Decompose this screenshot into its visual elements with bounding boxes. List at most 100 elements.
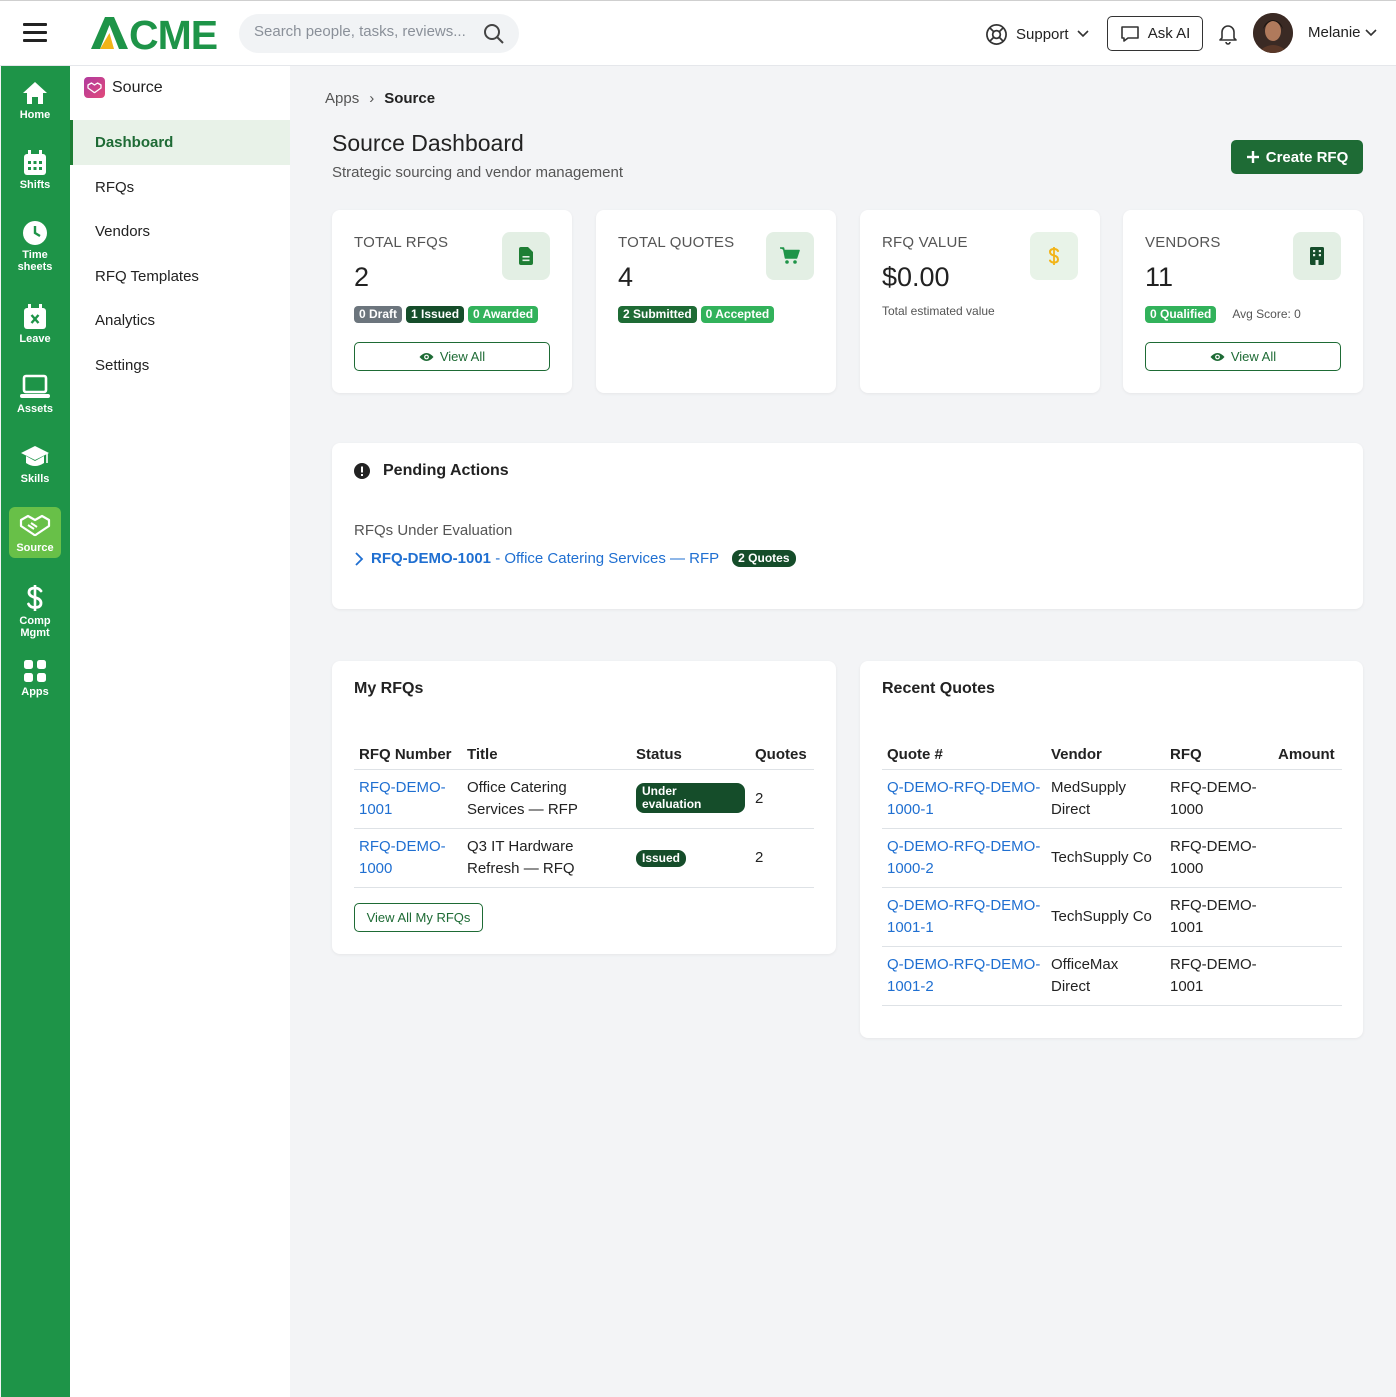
status-badge: Under evaluation — [636, 782, 745, 813]
quote-number-link[interactable]: Q-DEMO-RFQ-DEMO-1000-2 — [882, 828, 1046, 888]
subnav-item-label: RFQs — [95, 179, 135, 196]
my-rfqs-table: RFQ Number Title Status Quotes RFQ-DEMO-… — [354, 735, 814, 888]
building-icon — [1293, 232, 1341, 280]
acme-logo[interactable]: CME — [89, 13, 221, 53]
chevron-down-icon — [1076, 30, 1089, 38]
subnav-item-analytics[interactable]: Analytics — [70, 298, 290, 343]
subnav-item-vendors[interactable]: Vendors — [70, 209, 290, 254]
breadcrumb-apps[interactable]: Apps — [325, 90, 359, 107]
avatar[interactable] — [1253, 13, 1293, 53]
quote-number-link[interactable]: Q-DEMO-RFQ-DEMO-1000-1 — [882, 769, 1046, 829]
dollar-icon — [27, 585, 43, 611]
rail-item-skills[interactable]: Skills — [9, 444, 61, 485]
user-menu[interactable]: Melanie — [1308, 24, 1377, 41]
column-header: Title — [462, 735, 631, 770]
subnav-item-settings[interactable]: Settings — [70, 343, 290, 388]
view-all-rfqs-button[interactable]: View All — [354, 342, 550, 371]
pending-rfq-link[interactable]: RFQ-DEMO-1001 - Office Catering Services… — [354, 550, 796, 567]
status-badge: 1 Issued — [406, 306, 465, 323]
quote-status-badges: 2 Submitted 0 Accepted — [618, 306, 775, 323]
rfq-status-cell: Under evaluation — [631, 769, 750, 829]
subnav-app-name: Source — [112, 78, 163, 96]
calendar-icon — [24, 150, 46, 175]
stat-card-total-quotes: TOTAL QUOTES 4 2 Submitted 0 Accepted — [596, 210, 836, 393]
view-all-label: View All — [439, 349, 486, 364]
search-icon[interactable] — [483, 23, 505, 45]
avg-score: Avg Score: 0 — [1232, 307, 1301, 321]
my-rfqs-title: My RFQs — [354, 680, 424, 697]
quote-amount — [1273, 769, 1342, 829]
rail-item-source[interactable]: Source — [9, 507, 61, 558]
subnav-item-rfq-templates[interactable]: RFQ Templates — [70, 254, 290, 299]
rfq-quotes: 2 — [750, 769, 814, 829]
rail-item-home[interactable]: Home — [9, 80, 61, 121]
stat-value: $0.00 — [882, 262, 950, 292]
laptop-icon — [20, 374, 50, 398]
breadcrumb: Apps › Source — [325, 90, 435, 107]
grid-icon — [24, 660, 46, 682]
rail-item-shifts[interactable]: Shifts — [9, 150, 61, 191]
rail-item-assets[interactable]: Assets — [9, 374, 61, 415]
graduation-cap-icon — [21, 446, 49, 466]
search-box[interactable] — [239, 14, 519, 53]
rail-label-timesheets: Time sheets — [17, 249, 53, 273]
column-header: RFQ Number — [354, 735, 462, 770]
subnav-item-rfqs[interactable]: RFQs — [70, 165, 290, 210]
quote-number-link[interactable]: Q-DEMO-RFQ-DEMO-1001-2 — [882, 946, 1046, 1006]
rail-item-timesheets[interactable]: Time sheets — [9, 220, 61, 273]
subnav-item-label: RFQ Templates — [95, 268, 199, 285]
rail-item-comp-mgmt[interactable]: Comp Mgmt — [9, 584, 61, 639]
table-row: Q-DEMO-RFQ-DEMO-1000-1 MedSupply Direct … — [882, 769, 1342, 829]
rfq-number-link[interactable]: RFQ-DEMO-1000 — [354, 828, 462, 888]
support-menu[interactable]: Support — [985, 21, 1089, 47]
breadcrumb-separator: › — [369, 90, 375, 107]
rail-label-comp-mgmt: Comp Mgmt — [19, 615, 51, 639]
status-badge: 2 Submitted — [618, 306, 697, 323]
lifebuoy-icon — [986, 23, 1007, 45]
stat-label: TOTAL RFQS — [354, 234, 449, 251]
create-rfq-button[interactable]: Create RFQ — [1231, 140, 1363, 174]
quote-rfq: RFQ-DEMO-1001 — [1165, 946, 1273, 1006]
rail-item-apps[interactable]: Apps — [9, 659, 61, 698]
pending-rfq-id: RFQ-DEMO-1001 — [371, 550, 492, 567]
rfq-number-link[interactable]: RFQ-DEMO-1001 — [354, 769, 462, 829]
search-input[interactable] — [254, 23, 479, 40]
pending-title-text: Pending Actions — [383, 462, 509, 479]
stat-value: 4 — [618, 262, 634, 292]
subnav-item-dashboard[interactable]: Dashboard — [70, 120, 290, 165]
ask-ai-button[interactable]: Ask AI — [1107, 16, 1203, 51]
hamburger-menu-icon[interactable] — [23, 23, 47, 43]
view-all-vendors-button[interactable]: View All — [1145, 342, 1341, 371]
rfq-quotes: 2 — [750, 828, 814, 888]
page-subtitle: Strategic sourcing and vendor management — [332, 164, 624, 181]
subnav-app-header: Source — [84, 77, 163, 98]
quote-vendor: TechSupply Co — [1046, 828, 1165, 888]
rail-label-shifts: Shifts — [19, 179, 51, 191]
column-header: Quotes — [750, 735, 814, 770]
table-header-row: Quote # Vendor RFQ Amount — [882, 735, 1342, 770]
my-rfqs-card: My RFQs RFQ Number Title Status Quotes R… — [332, 661, 836, 954]
rail-item-leave[interactable]: Leave — [9, 304, 61, 345]
source-subnav: Source Dashboard RFQs Vendors RFQ Templa… — [70, 66, 290, 1397]
svg-text:CME: CME — [129, 13, 217, 53]
column-header: Amount — [1273, 735, 1342, 770]
app-rail: Home Shifts Time sheets Leave Assets Ski… — [1, 66, 70, 1397]
ask-ai-label: Ask AI — [1147, 25, 1191, 42]
bell-icon[interactable] — [1216, 21, 1240, 45]
view-all-my-rfqs-button[interactable]: View All My RFQs — [354, 903, 483, 932]
eye-icon — [1210, 352, 1225, 361]
stat-value: 11 — [1145, 262, 1174, 292]
quote-rfq: RFQ-DEMO-1000 — [1165, 769, 1273, 829]
column-header: Quote # — [882, 735, 1046, 770]
subnav-item-label: Dashboard — [95, 134, 174, 151]
page-title: Source Dashboard — [332, 130, 524, 156]
quote-rfq: RFQ-DEMO-1001 — [1165, 887, 1273, 947]
table-header-row: RFQ Number Title Status Quotes — [354, 735, 814, 770]
cart-icon — [766, 232, 814, 280]
pending-actions-card: Pending Actions RFQs Under Evaluation RF… — [332, 443, 1363, 609]
breadcrumb-current: Source — [384, 90, 436, 107]
support-label: Support — [1016, 25, 1069, 43]
rfq-status-badges: 0 Draft 1 Issued 0 Awarded — [354, 306, 539, 323]
quote-number-link[interactable]: Q-DEMO-RFQ-DEMO-1001-1 — [882, 887, 1046, 947]
status-badge: Issued — [636, 849, 687, 867]
